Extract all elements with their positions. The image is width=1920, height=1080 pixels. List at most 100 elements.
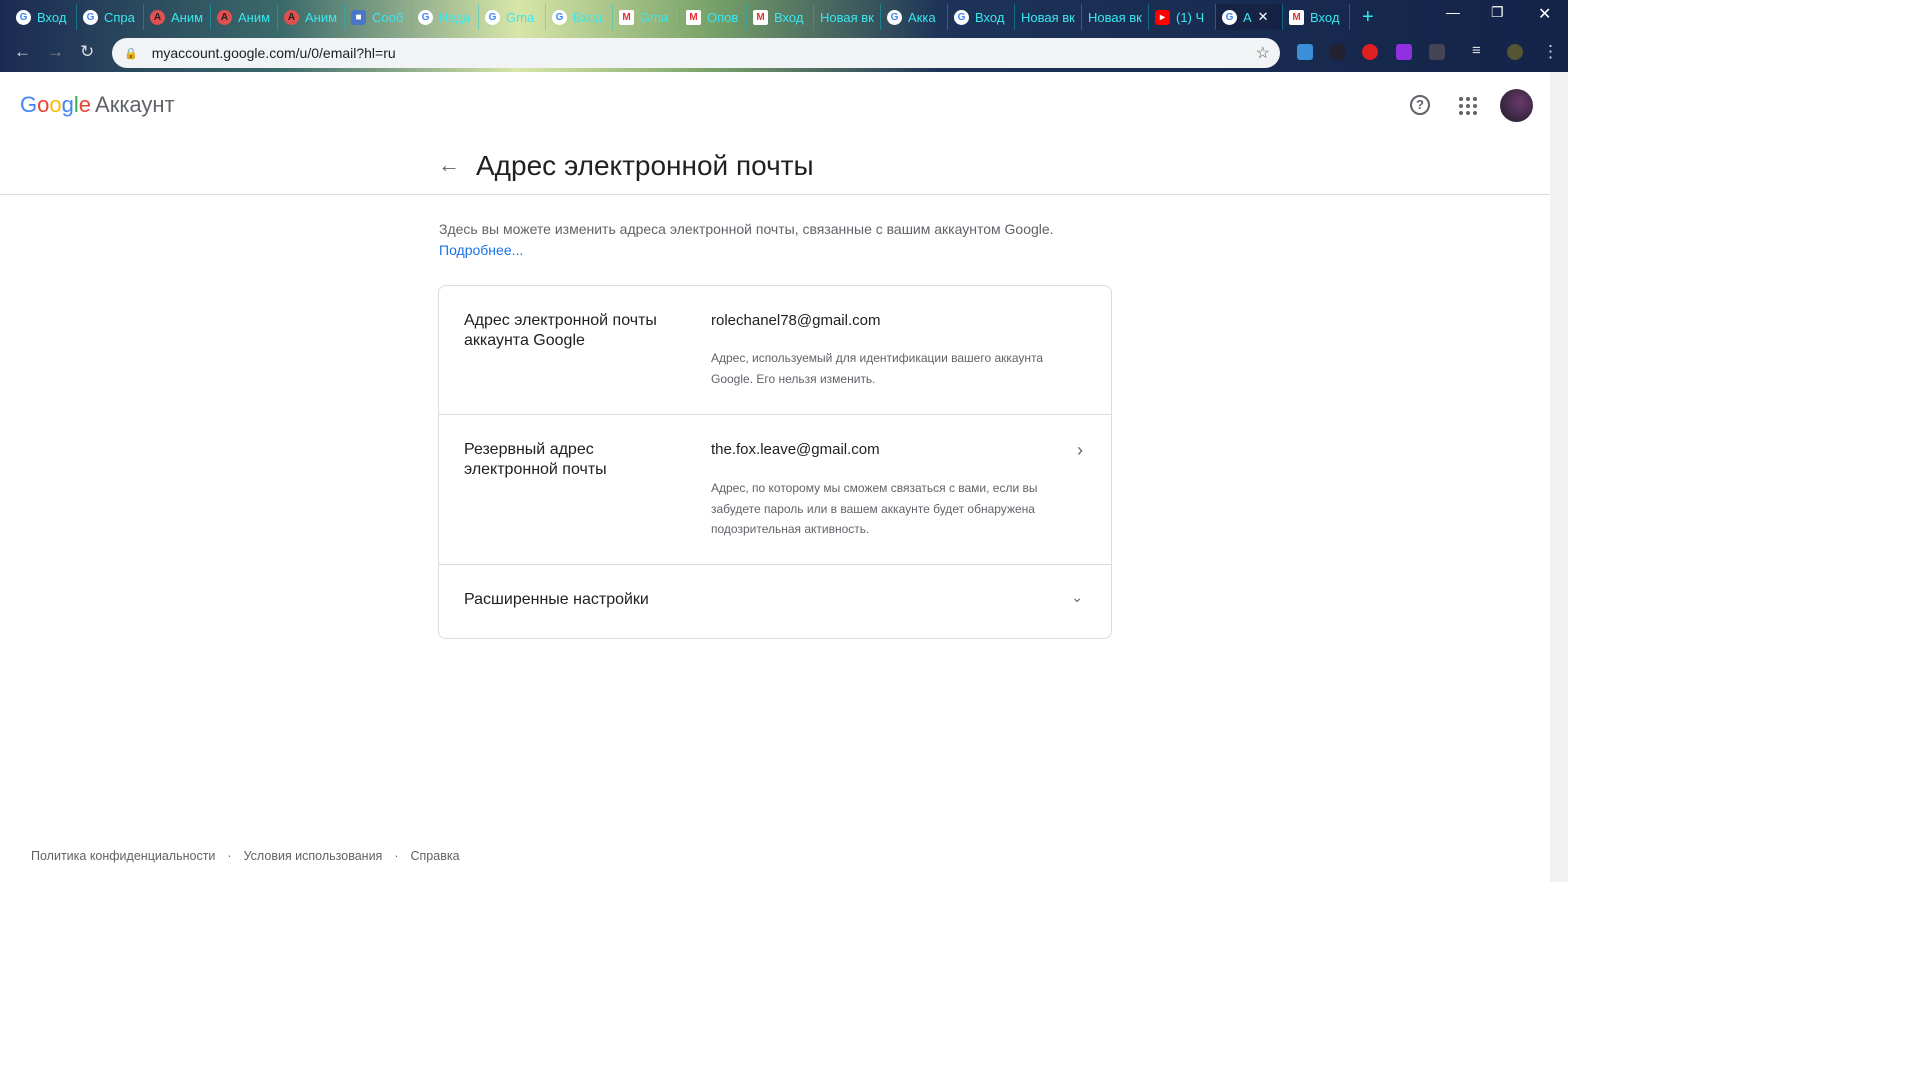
tab-label: Вход	[37, 9, 67, 25]
menu-icon[interactable]: ⋮	[1542, 42, 1559, 62]
tab-label: Вход	[573, 9, 603, 25]
bookmark-star-icon[interactable]: ☆	[1256, 43, 1270, 63]
google-favicon-icon: G	[16, 9, 31, 25]
tab-label: Вход	[774, 9, 804, 25]
row-description: Адрес, используемый для идентификации ва…	[711, 351, 1044, 386]
google-favicon-icon: G	[1222, 9, 1237, 25]
privacy-link[interactable]: Политика конфиденциальности	[31, 849, 215, 863]
browser-tab[interactable]: G Gma	[479, 4, 546, 30]
browser-tab[interactable]: Новая вк	[814, 4, 881, 30]
page-title-bar: ← Адрес электронной почты	[0, 136, 1550, 195]
google-account-logo[interactable]: Google Аккаунт	[20, 92, 175, 118]
browser-tab[interactable]: Новая вк	[1015, 4, 1082, 30]
tab-label: Новая вк	[1088, 9, 1142, 25]
tab-label: А	[1243, 9, 1252, 25]
address-bar[interactable]: 🔒 myaccount.google.com/u/0/email?hl=ru ☆	[112, 38, 1280, 68]
extension-icon[interactable]	[1330, 44, 1346, 60]
row-label: Расширенные настройки	[464, 591, 649, 608]
extension-icon[interactable]	[1396, 44, 1412, 60]
tab-label: Аним	[238, 9, 271, 25]
tab-label: Gma	[640, 9, 669, 25]
browser-tab[interactable]: A Аним	[211, 4, 278, 30]
browser-tab[interactable]: G Вход	[948, 4, 1015, 30]
browser-tab[interactable]: M Gma	[613, 4, 680, 30]
tab-label: Аним	[305, 9, 338, 25]
browser-tab[interactable]: M Опов	[680, 4, 747, 30]
row-label: Адрес электронной почты аккаунта Google	[464, 312, 657, 349]
scrollbar[interactable]	[1550, 72, 1568, 882]
extension-icon[interactable]	[1429, 44, 1445, 60]
apps-grid-icon[interactable]	[1459, 97, 1477, 115]
restore-button[interactable]: ❐	[1491, 4, 1504, 21]
browser-tab[interactable]: ■ Сооб	[345, 4, 412, 30]
tab-label: Вход	[1310, 9, 1340, 25]
close-window-button[interactable]: ✕	[1538, 4, 1551, 24]
close-tab-icon[interactable]: ✕	[1258, 9, 1269, 25]
advanced-settings-row[interactable]: Расширенные настройки ⌄	[439, 565, 1111, 638]
profile-icon[interactable]	[1507, 44, 1523, 60]
browser-tab[interactable]: G Спра	[77, 4, 144, 30]
browser-tab[interactable]: G Неда	[412, 4, 479, 30]
back-arrow-icon[interactable]: ←	[438, 152, 460, 178]
google-favicon-icon: G	[552, 9, 567, 25]
primary-email-row: Адрес электронной почты аккаунта Google …	[439, 286, 1111, 415]
browser-tab[interactable]: Новая вк	[1082, 4, 1149, 30]
separator: ·	[394, 849, 399, 863]
extension-icon[interactable]	[1297, 44, 1313, 60]
intro-text: Здесь вы можете изменить адреса электрон…	[439, 221, 1054, 237]
email-card: Адрес электронной почты аккаунта Google …	[438, 285, 1112, 639]
tab-label: Вход	[975, 9, 1005, 25]
browser-tab[interactable]: A Аним	[144, 4, 211, 30]
tab-label: Акка	[908, 9, 936, 25]
gmail-favicon-icon: M	[753, 9, 768, 25]
google-favicon-icon: G	[887, 9, 902, 25]
row-description: Адрес, по которому мы сможем связаться с…	[711, 481, 1038, 536]
tab-strip: G Вход G Спра A Аним A Аним A Аним ■ Сооб G Неда G Gma G…	[10, 4, 1374, 30]
chevron-right-icon: ›	[1077, 440, 1083, 460]
tab-label: Спра	[104, 9, 135, 25]
browser-chrome: G Вход G Спра A Аним A Аним A Аним ■ Сооб G Неда G Gma G…	[0, 0, 1568, 72]
terms-link[interactable]: Условия использования	[244, 849, 383, 863]
browser-tab[interactable]: M Вход	[1283, 4, 1350, 30]
browser-tab[interactable]: M Вход	[747, 4, 814, 30]
browser-tab[interactable]: G А ✕	[1216, 4, 1283, 30]
tab-label: Новая вк	[820, 9, 874, 25]
browser-tab[interactable]: G Вход	[546, 4, 613, 30]
learn-more-link[interactable]: Подробнее...	[439, 242, 523, 258]
browser-tab[interactable]: G Вход	[10, 4, 77, 30]
tab-label: Опов	[707, 9, 739, 25]
help-icon[interactable]: ?	[1410, 95, 1430, 115]
reload-button[interactable]: ↻	[80, 42, 94, 62]
forward-button[interactable]: →	[47, 42, 64, 62]
tab-label: (1) Ч	[1176, 9, 1205, 25]
browser-tab[interactable]: ▸ (1) Ч	[1149, 4, 1216, 30]
tab-label: Новая вк	[1021, 9, 1075, 25]
help-link[interactable]: Справка	[411, 849, 460, 863]
product-name: Аккаунт	[95, 92, 175, 117]
avatar[interactable]	[1500, 89, 1533, 122]
gmail-favicon-icon: M	[1289, 9, 1304, 25]
minimize-button[interactable]: —	[1446, 4, 1460, 20]
browser-tab[interactable]: A Аним	[278, 4, 345, 30]
media-control-icon[interactable]: ≡	[1472, 42, 1481, 59]
browser-tab[interactable]: G Акка	[881, 4, 948, 30]
gmail-favicon-icon: M	[619, 9, 634, 25]
google-favicon-icon: G	[83, 9, 98, 25]
tab-label: Аним	[171, 9, 204, 25]
anime-favicon-icon: A	[284, 9, 299, 25]
row-value: the.fox.leave@gmail.com	[711, 441, 880, 458]
new-tab-button[interactable]: +	[1362, 6, 1374, 29]
extension-icon[interactable]	[1362, 44, 1378, 60]
gmail-favicon-icon: M	[686, 9, 701, 25]
tab-label: Неда	[439, 9, 471, 25]
anime-favicon-icon: A	[150, 9, 165, 25]
recovery-email-row[interactable]: Резервный адрес электронной почты the.fo…	[439, 415, 1111, 565]
back-button[interactable]: ←	[14, 42, 31, 62]
url-text[interactable]: myaccount.google.com/u/0/email?hl=ru	[152, 45, 396, 61]
anime-favicon-icon: A	[217, 9, 232, 25]
row-value: rolechanel78@gmail.com	[711, 312, 881, 329]
chevron-down-icon: ⌄	[1071, 589, 1083, 605]
page-title: Адрес электронной почты	[476, 150, 814, 181]
separator: ·	[227, 849, 232, 863]
row-label: Резервный адрес электронной почты	[464, 441, 607, 478]
